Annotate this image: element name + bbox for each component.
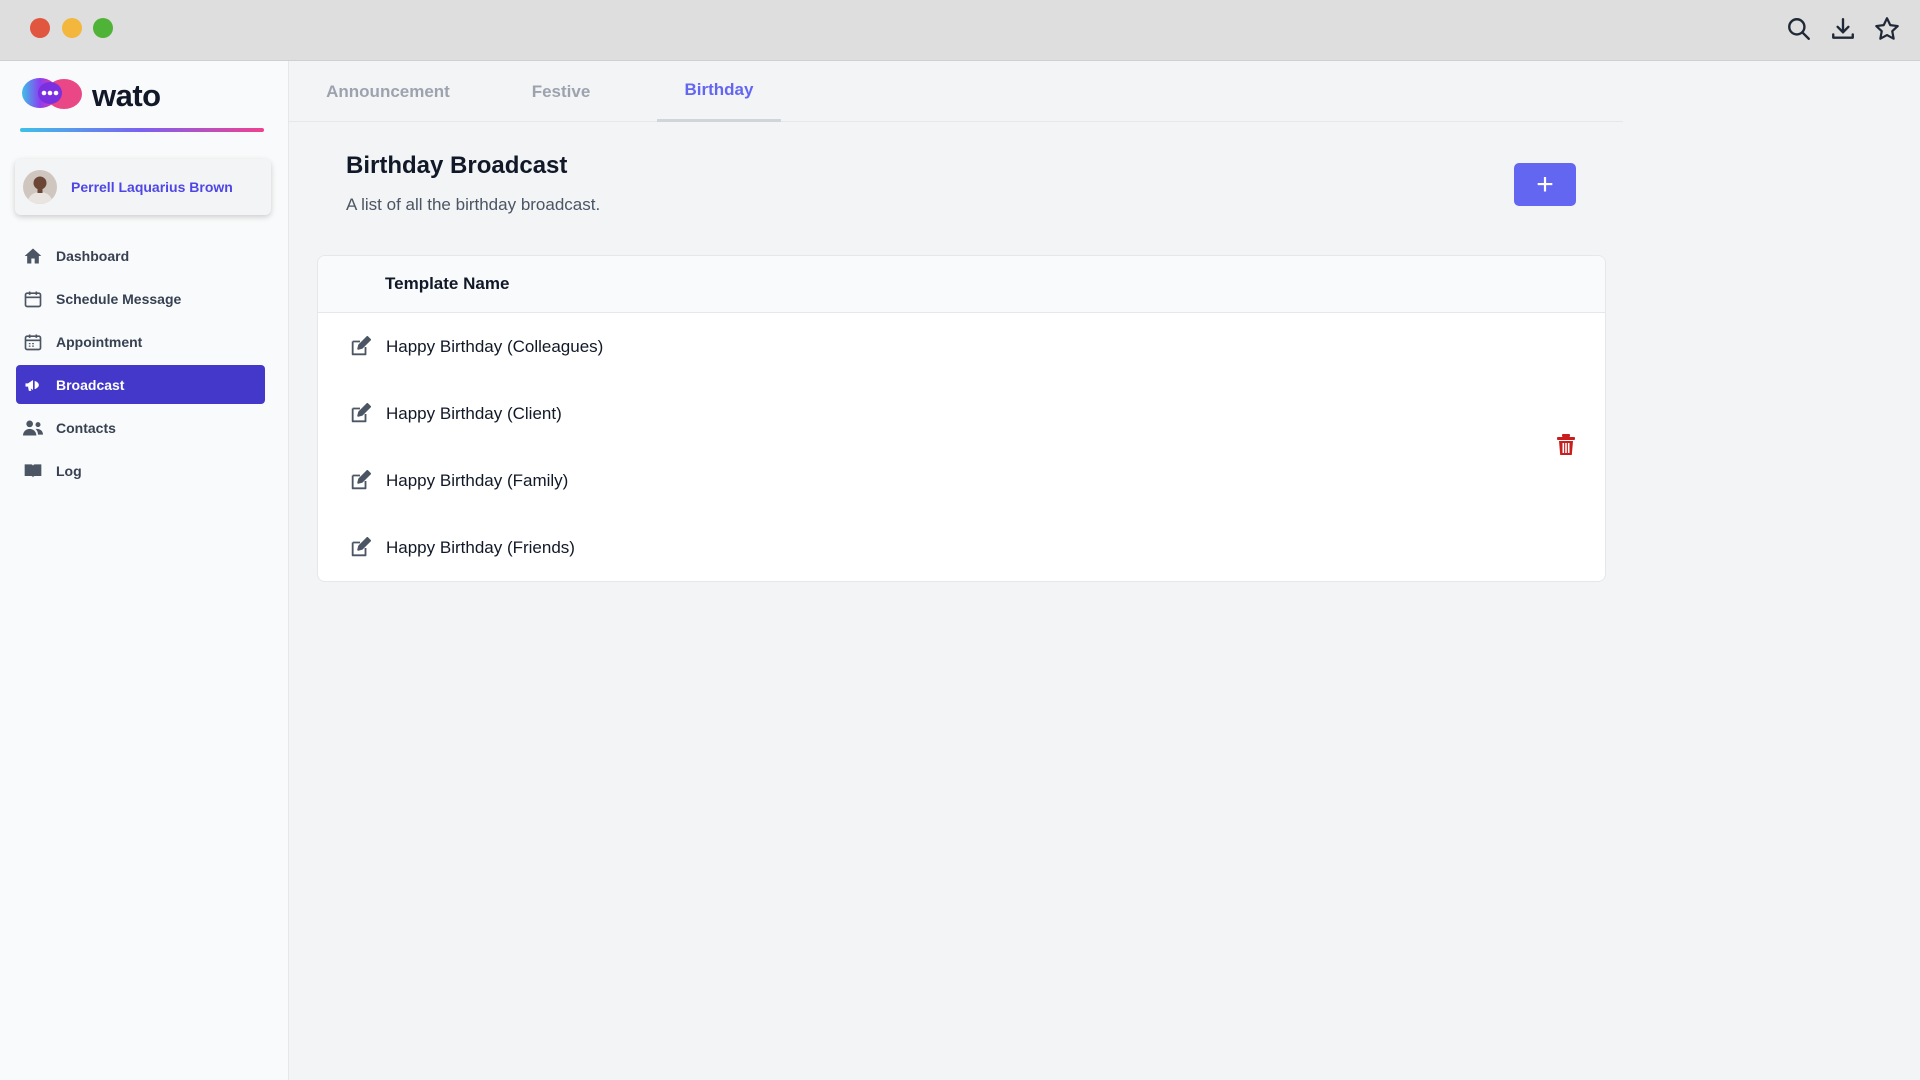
template-name: Happy Birthday (Family) <box>386 470 569 490</box>
table-row: Happy Birthday (Colleagues) <box>318 313 603 380</box>
column-header-template-name: Template Name <box>385 274 510 293</box>
template-name: Happy Birthday (Colleagues) <box>386 336 604 356</box>
book-icon <box>22 460 44 482</box>
template-name: Happy Birthday (Client) <box>386 403 562 423</box>
table-row: Happy Birthday (Client) <box>318 380 562 447</box>
close-window-button[interactable] <box>30 18 50 38</box>
templates-table: Template Name Happy Birthday (Colleagues… <box>317 255 1606 582</box>
users-icon <box>22 417 44 439</box>
sidebar-nav: Dashboard Schedule Message Appointment B… <box>16 236 265 494</box>
brand-name: wato <box>92 77 161 113</box>
edit-icon[interactable] <box>346 534 374 562</box>
browser-titlebar <box>0 0 1920 61</box>
table-row: Happy Birthday (Friends) <box>318 514 575 581</box>
sidebar-item-label: Log <box>56 462 82 479</box>
sidebar-item-appointment[interactable]: Appointment <box>16 322 265 361</box>
sidebar-item-label: Contacts <box>56 419 116 436</box>
template-name: Happy Birthday (Friends) <box>386 537 575 557</box>
page-subtitle: A list of all the birthday broadcast. <box>346 195 601 214</box>
edit-icon[interactable] <box>346 333 374 361</box>
user-profile-card[interactable]: Perrell Laquarius Brown <box>15 159 271 215</box>
sidebar-item-label: Broadcast <box>56 376 125 393</box>
tab-festive[interactable]: Festive <box>513 61 609 122</box>
home-icon <box>22 245 44 267</box>
megaphone-icon <box>22 374 44 396</box>
sidebar-item-schedule-message[interactable]: Schedule Message <box>16 279 265 318</box>
avatar <box>23 170 57 204</box>
add-broadcast-button[interactable]: + <box>1514 163 1576 206</box>
tab-birthday[interactable]: Birthday <box>657 61 781 122</box>
table-row: Happy Birthday (Family) <box>318 447 568 514</box>
user-name: Perrell Laquarius Brown <box>71 179 233 195</box>
search-icon[interactable] <box>1784 14 1814 44</box>
edit-icon[interactable] <box>346 467 374 495</box>
edit-icon[interactable] <box>346 400 374 428</box>
calendar-icon <box>22 288 44 310</box>
sidebar: wato Perrell Laquarius Brown Dashboard S… <box>0 61 289 1080</box>
maximize-window-button[interactable] <box>93 18 113 38</box>
sidebar-item-dashboard[interactable]: Dashboard <box>16 236 265 275</box>
download-icon[interactable] <box>1828 14 1858 44</box>
sidebar-item-log[interactable]: Log <box>16 451 265 490</box>
minimize-window-button[interactable] <box>62 18 82 38</box>
chat-bubble-logo-icon <box>20 75 84 116</box>
brand-gradient-divider <box>20 128 264 132</box>
table-header: Template Name <box>318 256 1605 313</box>
sidebar-item-label: Schedule Message <box>56 290 182 307</box>
page-title: Birthday Broadcast <box>346 152 568 179</box>
sidebar-item-contacts[interactable]: Contacts <box>16 408 265 447</box>
sidebar-item-label: Dashboard <box>56 247 130 264</box>
browser-toolbar <box>1784 14 1902 44</box>
brand-logo[interactable]: wato <box>20 75 161 116</box>
broadcast-tabs: Announcement Festive Birthday <box>289 61 1623 122</box>
calendar-clock-icon <box>22 331 44 353</box>
sidebar-item-broadcast[interactable]: Broadcast <box>16 365 265 404</box>
sidebar-item-label: Appointment <box>56 333 143 350</box>
star-icon[interactable] <box>1872 14 1902 44</box>
tab-announcement[interactable]: Announcement <box>309 61 467 122</box>
trash-icon[interactable] <box>1552 431 1580 459</box>
